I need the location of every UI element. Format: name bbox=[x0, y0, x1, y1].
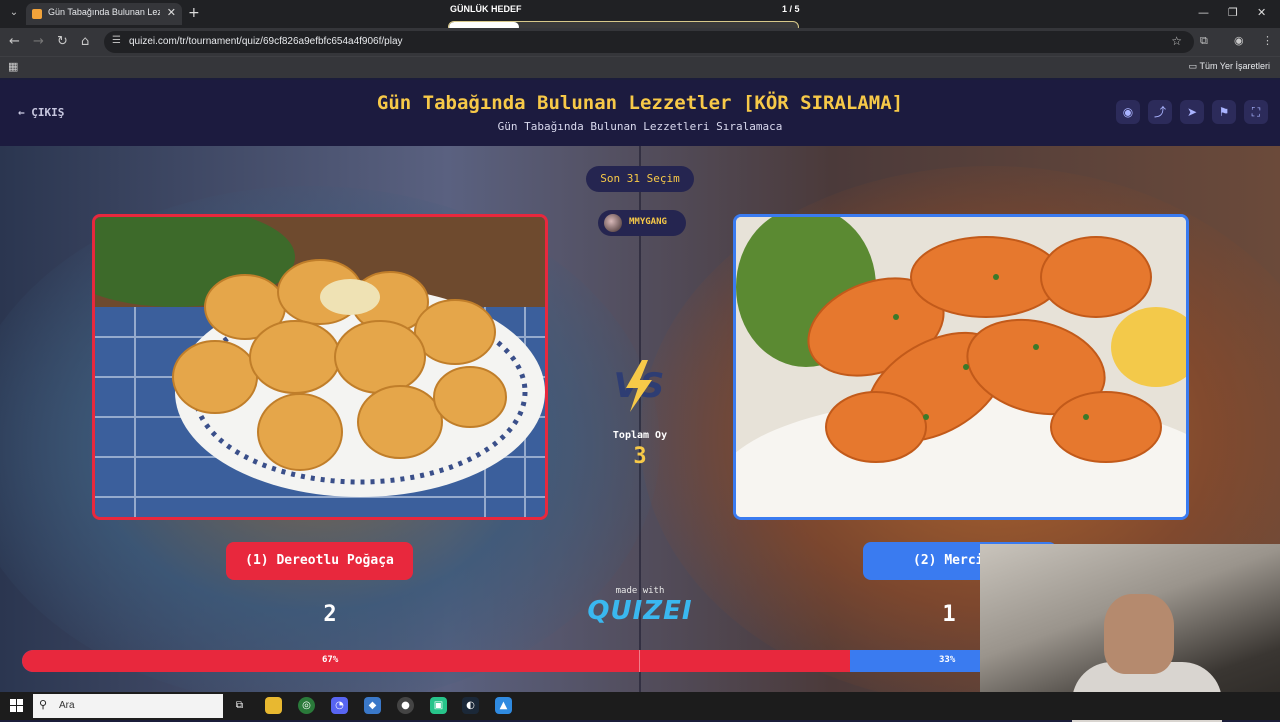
search-icon: ⚲ bbox=[39, 698, 48, 711]
steam-icon[interactable]: ◐ bbox=[462, 697, 479, 714]
all-bookmarks-link[interactable]: ▭ Tüm Yer İşaretleri bbox=[1189, 61, 1270, 72]
send-icon[interactable]: ➤ bbox=[1180, 100, 1204, 124]
url-text: quizei.com/tr/tournament/quiz/69cf826a9e… bbox=[129, 36, 403, 47]
option-1-card[interactable] bbox=[92, 214, 548, 520]
browser-tab-strip: ⌄ Gün Tabağında Bulunan Lezzet... ✕ + GÜ… bbox=[0, 0, 1280, 33]
app-icon-2[interactable]: ● bbox=[397, 697, 414, 714]
url-field[interactable]: ☰ quizei.com/tr/tournament/quiz/69cf826a… bbox=[104, 31, 1194, 53]
tab-title: Gün Tabağında Bulunan Lezzet... bbox=[48, 7, 160, 17]
daily-goal-count: 1 / 5 bbox=[782, 4, 800, 14]
address-toolbar: ← → ↻ ⌂ ☰ quizei.com/tr/tournament/quiz/… bbox=[0, 28, 1280, 56]
fullscreen-icon[interactable]: ⛶ bbox=[1244, 100, 1268, 124]
quizei-logo[interactable]: QUIZEI bbox=[580, 596, 700, 626]
minimize-icon[interactable]: — bbox=[1198, 6, 1209, 19]
lightning-icon bbox=[626, 360, 652, 412]
chrome-icon[interactable]: ◎ bbox=[298, 697, 315, 714]
apps-grid-icon[interactable]: ▦ bbox=[8, 60, 18, 73]
last-choices-badge[interactable]: Son 31 Seçim bbox=[586, 166, 694, 192]
percent-bar-midline bbox=[639, 650, 640, 672]
user-chip[interactable]: MMYGANG bbox=[598, 210, 686, 236]
made-with-label: made with bbox=[615, 586, 665, 596]
option-1-percent: 67% bbox=[322, 655, 339, 665]
windows-taskbar: ⚲ Ara ⧉ ◎ ◔ ◆ ● ▣ ◐ ▲ bbox=[0, 692, 1280, 720]
flag-icon[interactable]: ⚑ bbox=[1212, 100, 1236, 124]
new-tab-icon[interactable]: + bbox=[188, 5, 200, 21]
option-2-votes: 1 bbox=[942, 602, 956, 627]
quiz-subtitle: Gün Tabağında Bulunan Lezzetleri Sıralam… bbox=[497, 120, 783, 133]
option-2-percent: 33% bbox=[939, 655, 956, 665]
reload-icon[interactable]: ↻ bbox=[57, 34, 68, 49]
option-2-image bbox=[736, 217, 1186, 517]
quiz-title: Gün Tabağında Bulunan Lezzetler [KÖR SIR… bbox=[376, 92, 904, 114]
taskbar-search[interactable]: ⚲ Ara bbox=[33, 694, 223, 718]
windows-start-icon[interactable] bbox=[10, 699, 23, 712]
profile-icon[interactable]: ◉ bbox=[1234, 34, 1244, 47]
daily-goal-label: GÜNLÜK HEDEF bbox=[450, 4, 522, 14]
folder-icon: ▭ bbox=[1188, 61, 1200, 71]
avatar bbox=[604, 214, 622, 232]
eye-icon[interactable]: ◉ bbox=[1116, 100, 1140, 124]
option-1-button[interactable]: (1) Dereotlu Poğaça bbox=[226, 542, 413, 580]
close-tab-icon[interactable]: ✕ bbox=[167, 6, 176, 19]
favicon-icon bbox=[32, 9, 42, 19]
bookmark-star-icon[interactable]: ☆ bbox=[1171, 34, 1182, 48]
file-explorer-icon[interactable] bbox=[265, 697, 282, 714]
tab-search-icon[interactable]: ⌄ bbox=[6, 5, 22, 21]
site-info-icon[interactable]: ☰ bbox=[112, 35, 121, 46]
app-icon-3[interactable]: ▣ bbox=[430, 697, 447, 714]
option-1-votes: 2 bbox=[323, 602, 337, 627]
total-votes-label: Toplam Oy bbox=[612, 430, 668, 441]
close-window-icon[interactable]: ✕ bbox=[1257, 6, 1266, 19]
task-view-icon[interactable]: ⧉ bbox=[231, 697, 248, 714]
option-2-card[interactable] bbox=[733, 214, 1189, 520]
username: MMYGANG bbox=[629, 217, 667, 227]
discord-icon[interactable]: ◔ bbox=[331, 697, 348, 714]
forward-icon[interactable]: → bbox=[33, 34, 44, 49]
option-1-percent-fill bbox=[22, 650, 851, 672]
browser-tab[interactable]: Gün Tabağında Bulunan Lezzet... ✕ bbox=[26, 3, 182, 25]
total-votes-value: 3 bbox=[633, 444, 647, 469]
option-1-image bbox=[95, 217, 545, 517]
all-bookmarks-label: Tüm Yer İşaretleri bbox=[1199, 61, 1270, 71]
restore-icon[interactable]: ❐ bbox=[1228, 6, 1238, 19]
app-icon-4[interactable]: ▲ bbox=[495, 697, 512, 714]
menu-icon[interactable]: ⋮ bbox=[1262, 34, 1273, 47]
home-icon[interactable]: ⌂ bbox=[81, 34, 89, 49]
webcam-person-head bbox=[1104, 594, 1174, 674]
quiz-header: ← ÇIKIŞ Gün Tabağında Bulunan Lezzetler … bbox=[0, 80, 1280, 146]
vs-badge: VS bbox=[608, 358, 670, 414]
bookmarks-bar: ▦ ▭ Tüm Yer İşaretleri bbox=[0, 56, 1280, 78]
taskbar-search-placeholder: Ara bbox=[59, 700, 75, 711]
app-icon-1[interactable]: ◆ bbox=[364, 697, 381, 714]
share-icon[interactable]: ⤴ bbox=[1148, 100, 1172, 124]
extensions-icon[interactable]: ⧉ bbox=[1200, 34, 1208, 48]
back-icon[interactable]: ← bbox=[9, 34, 20, 49]
